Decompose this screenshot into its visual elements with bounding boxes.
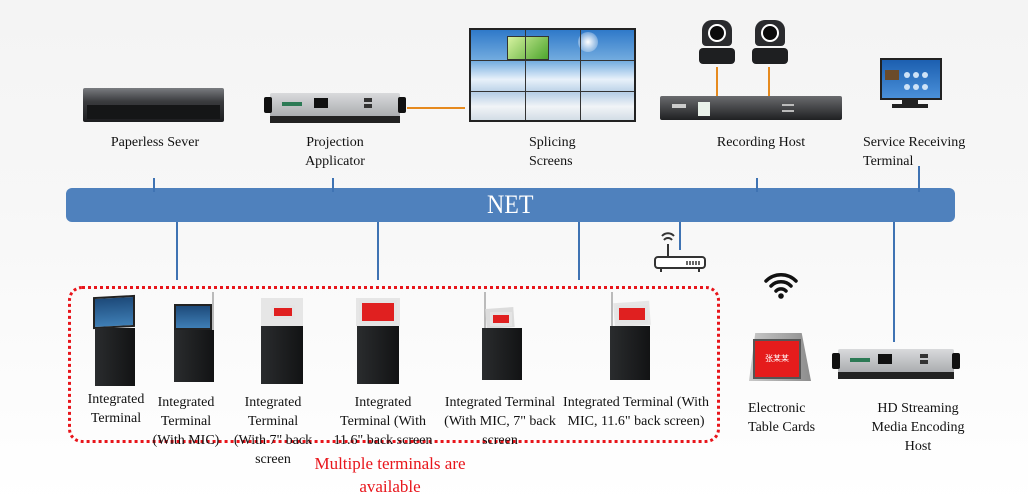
terminals-note: Multiple terminals are available	[314, 454, 466, 496]
router-icon	[654, 232, 706, 272]
paperless-server-label: Paperless Sever	[110, 135, 200, 150]
ptz-camera-icon	[699, 20, 735, 64]
video-link-camera-1	[716, 67, 718, 97]
splicing-screens-device	[469, 28, 636, 122]
service-receiving-terminal-device	[880, 58, 942, 108]
connector-recording-host	[756, 178, 758, 192]
connector-projection-applicator	[332, 178, 334, 192]
projection-applicator-device	[264, 93, 406, 123]
connector-hd-streaming-host	[893, 222, 895, 342]
integrated-terminal-mic-label: Integrated Terminal (With MIC)	[152, 395, 220, 448]
connector-terminals-3	[578, 222, 580, 280]
recording-host-label: Recording Host	[716, 135, 806, 150]
ptz-camera-icon	[752, 20, 788, 64]
integrated-terminal-mic-device	[172, 292, 222, 384]
wifi-icon	[764, 273, 798, 299]
integrated-terminal-11in-label: Integrated Terminal (With 11.6" back scr…	[333, 395, 433, 448]
integrated-terminal-mic-7in-device	[480, 292, 526, 382]
paperless-server-device	[83, 88, 224, 122]
integrated-terminal-mic-11in-label: Integrated Terminal (With MIC, 11.6" bac…	[563, 395, 709, 429]
net-bus-label: NET	[487, 190, 534, 219]
hd-streaming-host-device	[832, 349, 960, 379]
video-link-projection-to-screens	[407, 107, 465, 109]
hd-streaming-host-label: HD Streaming Media Encoding Host	[871, 401, 965, 454]
electronic-table-cards-label: Electronic Table Cards	[748, 401, 816, 435]
service-receiving-terminal-label: Service Receiving Terminal	[863, 135, 966, 169]
integrated-terminal-7in-device	[261, 298, 303, 384]
integrated-terminal-11in-device	[356, 298, 400, 384]
projection-applicator-label: Projection Applicator	[305, 135, 365, 169]
electronic-table-card-device: 张某某	[749, 333, 811, 381]
integrated-terminal-mic-11in-device	[608, 292, 656, 382]
connector-terminals-2	[377, 222, 379, 280]
integrated-terminal-mic-7in-label: Integrated Terminal (With MIC, 7" back s…	[444, 395, 556, 448]
integrated-terminal-label: Integrated Terminal	[87, 392, 145, 426]
connector-paperless-server	[153, 178, 155, 192]
table-card-text: 张某某	[753, 339, 801, 379]
splicing-screens-label: Splicing Screens	[529, 135, 576, 169]
integrated-terminal-device	[93, 294, 141, 388]
connector-terminals-1	[176, 222, 178, 280]
net-bus: NET	[66, 188, 955, 222]
recording-host-device	[660, 96, 842, 120]
video-link-camera-2	[768, 67, 770, 97]
